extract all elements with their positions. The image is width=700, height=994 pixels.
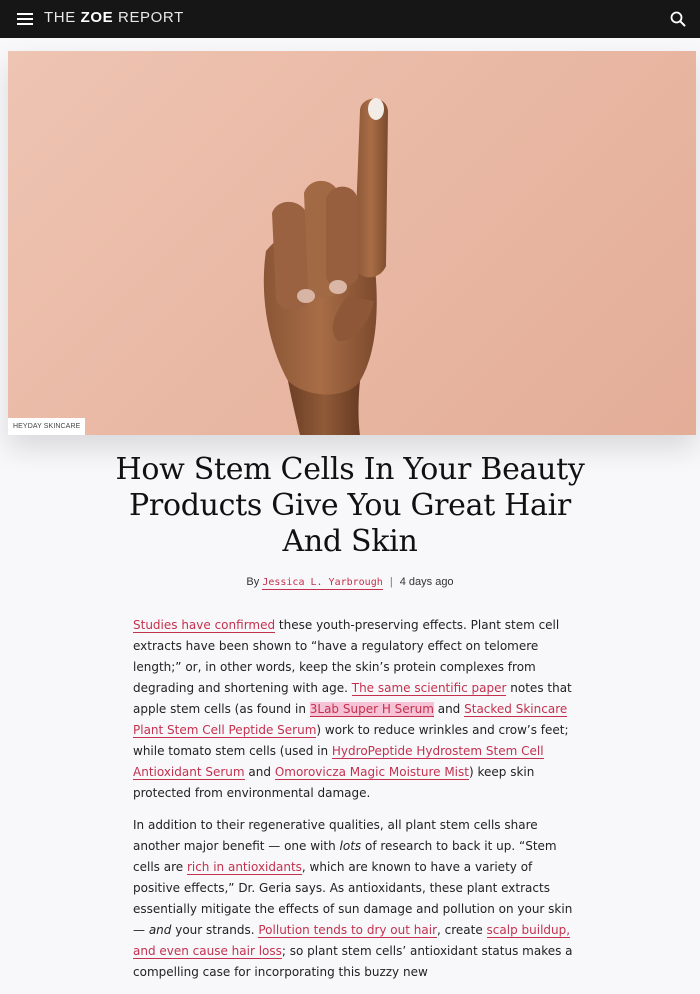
- byline: By Jessica L. Yarbrough | 4 days ago: [0, 576, 700, 590]
- link-pollution-dries-hair[interactable]: Pollution tends to dry out hair: [258, 923, 437, 938]
- emphasis-text: lots: [339, 839, 362, 853]
- paragraph-text: and: [244, 765, 275, 779]
- paragraph-2: In addition to their regenerative qualit…: [133, 815, 578, 983]
- logo-suffix: REPORT: [118, 9, 184, 26]
- publish-date: 4 days ago: [399, 576, 454, 588]
- logo-bold: ZOE: [80, 9, 114, 26]
- link-rich-in-antioxidants[interactable]: rich in antioxidants: [186, 860, 302, 875]
- photo-credit: HEYDAY SKINCARE: [8, 418, 86, 435]
- logo-prefix: THE: [44, 9, 76, 26]
- site-logo[interactable]: THE ZOE REPORT: [44, 9, 184, 26]
- article-title: How Stem Cells In Your Beauty Products G…: [115, 452, 585, 559]
- article-body: Studies have confirmed these youth-prese…: [133, 615, 578, 994]
- hero-image: HEYDAY SKINCARE: [8, 51, 696, 435]
- paragraph-text: , create: [437, 923, 487, 937]
- link-same-scientific-paper[interactable]: The same scientific paper: [351, 681, 507, 696]
- search-icon[interactable]: [670, 11, 686, 27]
- paragraph-1: Studies have confirmed these youth-prese…: [133, 615, 578, 804]
- top-navigation-bar: THE ZOE REPORT: [0, 0, 700, 38]
- paragraph-text: your strands.: [171, 923, 259, 937]
- emphasis-text: and: [148, 923, 172, 937]
- paragraph-text: and: [433, 702, 465, 716]
- hamburger-menu-icon[interactable]: [17, 13, 33, 25]
- byline-prefix: By: [246, 576, 260, 588]
- author-link[interactable]: Jessica L. Yarbrough: [262, 577, 383, 590]
- byline-separator: |: [389, 576, 393, 588]
- link-omorovicza-mist[interactable]: Omorovicza Magic Moisture Mist: [274, 765, 469, 780]
- link-studies-have-confirmed[interactable]: Studies have confirmed: [133, 618, 276, 633]
- link-3lab-super-h-serum[interactable]: 3Lab Super H Serum: [309, 702, 434, 717]
- hand-pointing-up-illustration: [263, 98, 388, 435]
